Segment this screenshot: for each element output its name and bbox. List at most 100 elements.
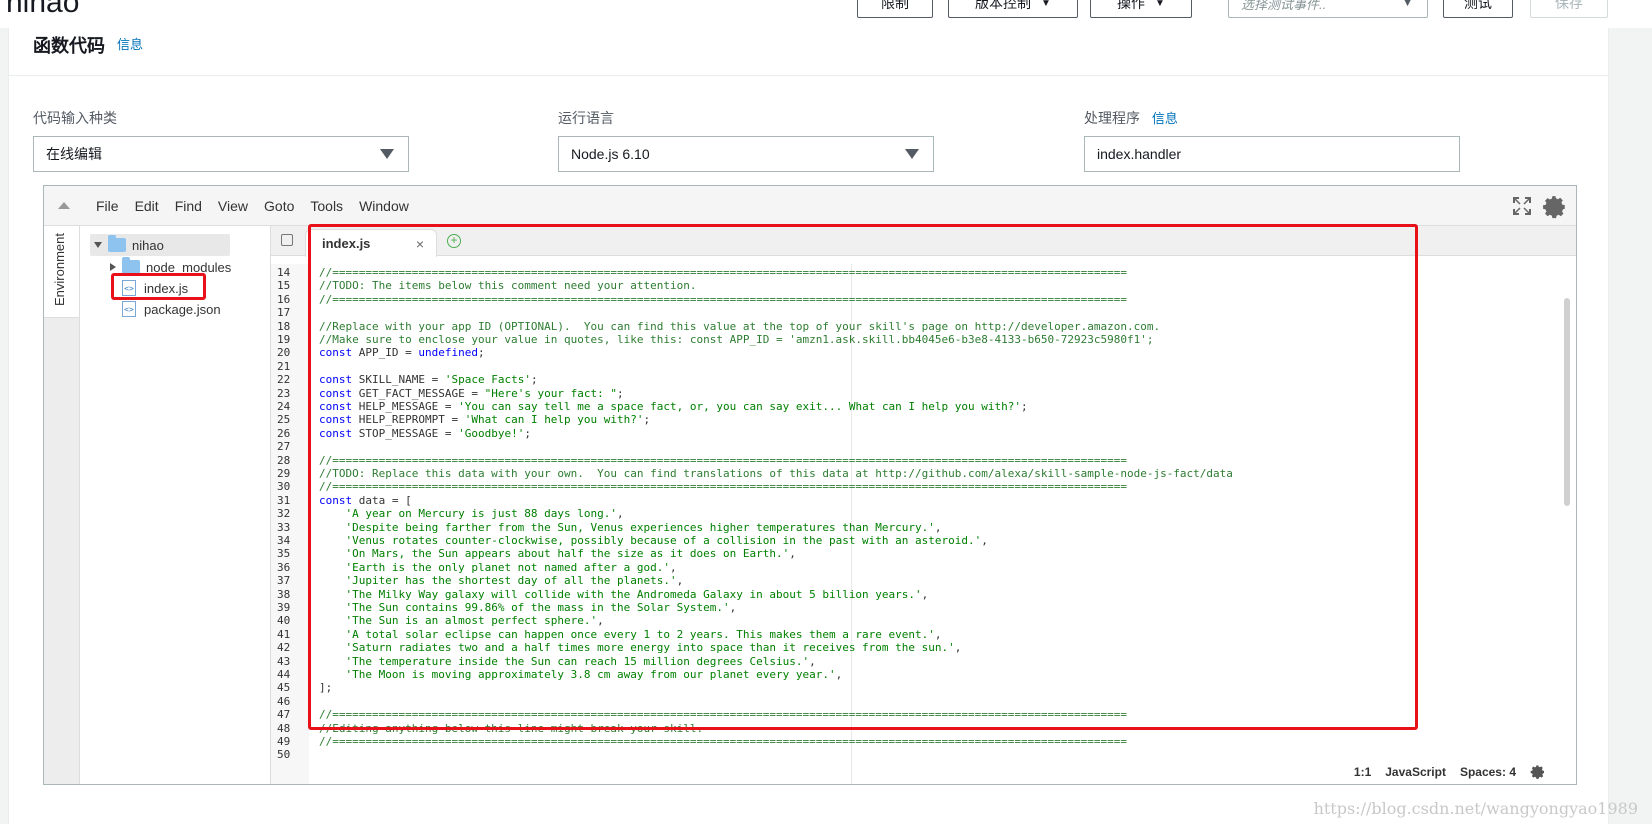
- code-text-area[interactable]: 14 //====================================…: [271, 264, 1576, 784]
- collapse-menu-icon[interactable]: [58, 202, 70, 209]
- code-line[interactable]: 40 'The Sun is an almost perfect sphere.…: [271, 614, 1576, 627]
- code-text: 'The Sun is an almost perfect sphere.',: [345, 614, 604, 628]
- code-text: //======================================…: [319, 292, 1127, 306]
- menu-file[interactable]: File: [88, 198, 127, 214]
- line-number: 36: [277, 560, 291, 574]
- version-control-button[interactable]: 版本控制 ▼: [948, 0, 1078, 18]
- test-event-select[interactable]: 选择测试事件.. ▼: [1228, 0, 1428, 18]
- cursor-position[interactable]: 1:1: [1354, 765, 1371, 779]
- code-text: ];: [319, 681, 333, 695]
- tree-folder-node-modules[interactable]: node_modules: [110, 256, 231, 278]
- test-event-placeholder: 选择测试事件..: [1241, 0, 1327, 12]
- line-number: 47: [277, 708, 291, 722]
- code-line[interactable]: 47 //====================================…: [271, 708, 1576, 721]
- code-line[interactable]: 29 //TODO: Replace this data with your ow…: [271, 467, 1576, 480]
- code-line[interactable]: 37 'Jupiter has the shortest day of all …: [271, 574, 1576, 587]
- code-line[interactable]: 36 'Earth is the only planet not named a…: [271, 561, 1576, 574]
- code-line[interactable]: 28 //====================================…: [271, 454, 1576, 467]
- code-line[interactable]: 24 const HELP_MESSAGE = 'You can say tell…: [271, 400, 1576, 413]
- code-line[interactable]: 45];: [271, 681, 1576, 694]
- code-line[interactable]: 34 'Venus rotates counter-clockwise, pos…: [271, 534, 1576, 547]
- code-text: //TODO: Replace this data with your own.…: [319, 467, 1233, 480]
- code-line[interactable]: 15 //TODO: The items below this comment n…: [271, 279, 1576, 292]
- code-text: //Make sure to enclose your value in quo…: [319, 333, 1154, 346]
- version-control-label: 版本控制: [975, 0, 1032, 11]
- menu-edit[interactable]: Edit: [127, 198, 167, 214]
- line-number: 28: [277, 453, 291, 467]
- code-line[interactable]: 21: [271, 360, 1576, 373]
- code-line[interactable]: 44 'The Moon is moving approximately 3.8…: [271, 668, 1576, 681]
- close-icon[interactable]: ×: [416, 236, 424, 252]
- tree-file-index-js[interactable]: <> index.js: [122, 277, 188, 299]
- vertical-scrollbar[interactable]: [1564, 298, 1570, 506]
- menu-view[interactable]: View: [210, 198, 256, 214]
- chevron-down-icon: ▼: [1402, 0, 1413, 9]
- code-line[interactable]: 17: [271, 306, 1576, 319]
- line-number: 33: [277, 520, 291, 534]
- tab-menu-icon[interactable]: [281, 234, 293, 246]
- tree-folder-root[interactable]: nihao: [90, 234, 230, 256]
- gear-icon[interactable]: [1530, 764, 1546, 780]
- code-line[interactable]: 50: [271, 748, 1576, 761]
- line-number: 37: [277, 574, 291, 588]
- test-button[interactable]: 测试: [1443, 0, 1513, 18]
- fullscreen-icon[interactable]: [1512, 196, 1532, 216]
- code-line[interactable]: 35 'On Mars, the Sun appears about half …: [271, 547, 1576, 560]
- indent-setting[interactable]: Spaces: 4: [1460, 765, 1516, 779]
- add-tab-icon[interactable]: +: [447, 234, 461, 248]
- line-number: 39: [277, 601, 291, 614]
- panel-info-link[interactable]: 信息: [117, 34, 143, 53]
- menu-goto[interactable]: Goto: [256, 198, 302, 214]
- environment-tab[interactable]: Environment: [44, 226, 80, 318]
- code-line[interactable]: 43 'The temperature inside the Sun can r…: [271, 655, 1576, 668]
- code-line[interactable]: 16 //====================================…: [271, 293, 1576, 306]
- handler-value: index.handler: [1097, 146, 1182, 162]
- runtime-select[interactable]: Node.js 6.10: [558, 136, 934, 172]
- code-line[interactable]: 27: [271, 440, 1576, 453]
- actions-button[interactable]: 操作 ▼: [1090, 0, 1192, 18]
- code-entry-select[interactable]: 在线编辑: [33, 136, 409, 172]
- line-number: 34: [277, 534, 291, 547]
- line-number: 49: [277, 735, 291, 748]
- code-text: const SKILL_NAME = 'Space Facts';: [319, 373, 538, 387]
- menu-window[interactable]: Window: [351, 198, 417, 214]
- line-number: 31: [277, 493, 291, 507]
- code-line[interactable]: 26 const STOP_MESSAGE = 'Goodbye!';: [271, 427, 1576, 440]
- code-line[interactable]: 22 const SKILL_NAME = 'Space Facts';: [271, 373, 1576, 386]
- code-line[interactable]: 49 //====================================…: [271, 735, 1576, 748]
- menu-find[interactable]: Find: [167, 198, 210, 214]
- line-number: 19: [277, 333, 291, 346]
- code-line[interactable]: 33 'Despite being farther from the Sun, …: [271, 521, 1576, 534]
- settings-gear-icon[interactable]: [1542, 194, 1568, 220]
- code-line[interactable]: 18 //Replace with your app ID (OPTIONAL).…: [271, 320, 1576, 333]
- code-text: 'A total solar eclipse can happen once e…: [345, 627, 942, 641]
- code-line[interactable]: 20 const APP_ID = undefined;: [271, 346, 1576, 359]
- code-line[interactable]: 46: [271, 695, 1576, 708]
- code-line[interactable]: 38 'The Milky Way galaxy will collide wi…: [271, 588, 1576, 601]
- expand-arrow-icon[interactable]: [94, 242, 102, 248]
- throttle-button[interactable]: 限制: [857, 0, 933, 18]
- code-line[interactable]: 30 //====================================…: [271, 480, 1576, 493]
- tree-file-package-json[interactable]: <> package.json: [122, 298, 221, 320]
- menu-tools[interactable]: Tools: [302, 198, 351, 214]
- code-line[interactable]: 31 const data = [: [271, 494, 1576, 507]
- code-line[interactable]: 25 const HELP_REPROMPT = 'What can I help…: [271, 413, 1576, 426]
- collapsed-arrow-icon[interactable]: [110, 263, 116, 271]
- folder-icon: [108, 235, 126, 252]
- handler-input[interactable]: index.handler: [1084, 136, 1460, 172]
- code-line[interactable]: 32 'A year on Mercury is just 88 days lo…: [271, 507, 1576, 520]
- code-line[interactable]: 14 //====================================…: [271, 266, 1576, 279]
- handler-info-link[interactable]: 信息: [1152, 111, 1178, 126]
- code-line[interactable]: 48 //Editing anything below this line mig…: [271, 722, 1576, 735]
- tab-index-js[interactable]: index.js ×: [305, 229, 437, 257]
- watermark: https://blog.csdn.net/wangyongyao1989: [1313, 799, 1638, 818]
- code-line[interactable]: 41 'A total solar eclipse can happen onc…: [271, 628, 1576, 641]
- code-text: //Editing anything below this line might…: [319, 721, 704, 735]
- code-line[interactable]: 19 //Make sure to enclose your value in q…: [271, 333, 1576, 346]
- language-mode[interactable]: JavaScript: [1385, 765, 1446, 779]
- code-line[interactable]: 39 'The Sun contains 99.86% of the mass …: [271, 601, 1576, 614]
- code-line[interactable]: 23 const GET_FACT_MESSAGE = "Here's your …: [271, 387, 1576, 400]
- save-button[interactable]: 保存: [1530, 0, 1608, 18]
- code-line[interactable]: 42 'Saturn radiates two and a half times…: [271, 641, 1576, 654]
- json-file-icon: <>: [122, 301, 136, 317]
